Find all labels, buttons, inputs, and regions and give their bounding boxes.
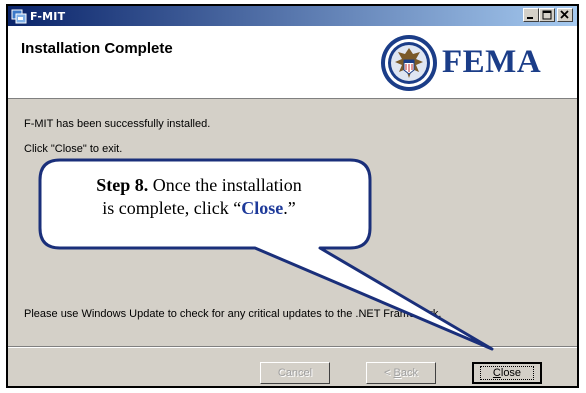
success-message: F-MIT has been successfully installed. <box>24 118 211 130</box>
fema-logo: FEMA <box>442 44 542 80</box>
callout-text-3: .” <box>283 198 296 218</box>
maximize-button[interactable] <box>539 8 555 22</box>
callout-text-1: Once the installation <box>148 175 302 195</box>
callout-close-word: Close <box>241 198 284 218</box>
callout-text-2: is complete, click “ <box>102 198 242 218</box>
maximize-icon <box>542 10 552 20</box>
back-button[interactable]: < Back <box>366 362 436 384</box>
header-banner: Installation Complete FEMA <box>8 26 577 99</box>
close-accel: C <box>492 367 501 379</box>
minimize-button[interactable] <box>523 8 539 22</box>
back-rest: ack <box>400 367 418 379</box>
footer-divider-highlight <box>8 347 577 348</box>
dhs-seal-icon <box>381 35 437 91</box>
close-button[interactable]: Close <box>472 362 542 384</box>
close-rest: lose <box>500 367 522 379</box>
update-notice: Please use Windows Update to check for a… <box>24 308 442 320</box>
exit-instruction: Click "Close" to exit. <box>24 143 123 155</box>
title-bar[interactable]: F-MIT <box>8 6 577 26</box>
close-icon <box>560 10 569 19</box>
close-window-button[interactable] <box>557 8 573 22</box>
callout-text: Step 8. Once the installation is complet… <box>44 174 354 220</box>
window-title: F-MIT <box>30 9 66 23</box>
back-accel: B <box>393 367 401 379</box>
page-title: Installation Complete <box>21 40 173 57</box>
app-icon <box>11 8 27 24</box>
cancel-button[interactable]: Cancel <box>260 362 330 384</box>
callout-step: Step 8. <box>96 175 149 195</box>
minimize-icon <box>527 17 533 19</box>
back-prefix: < <box>384 367 394 379</box>
